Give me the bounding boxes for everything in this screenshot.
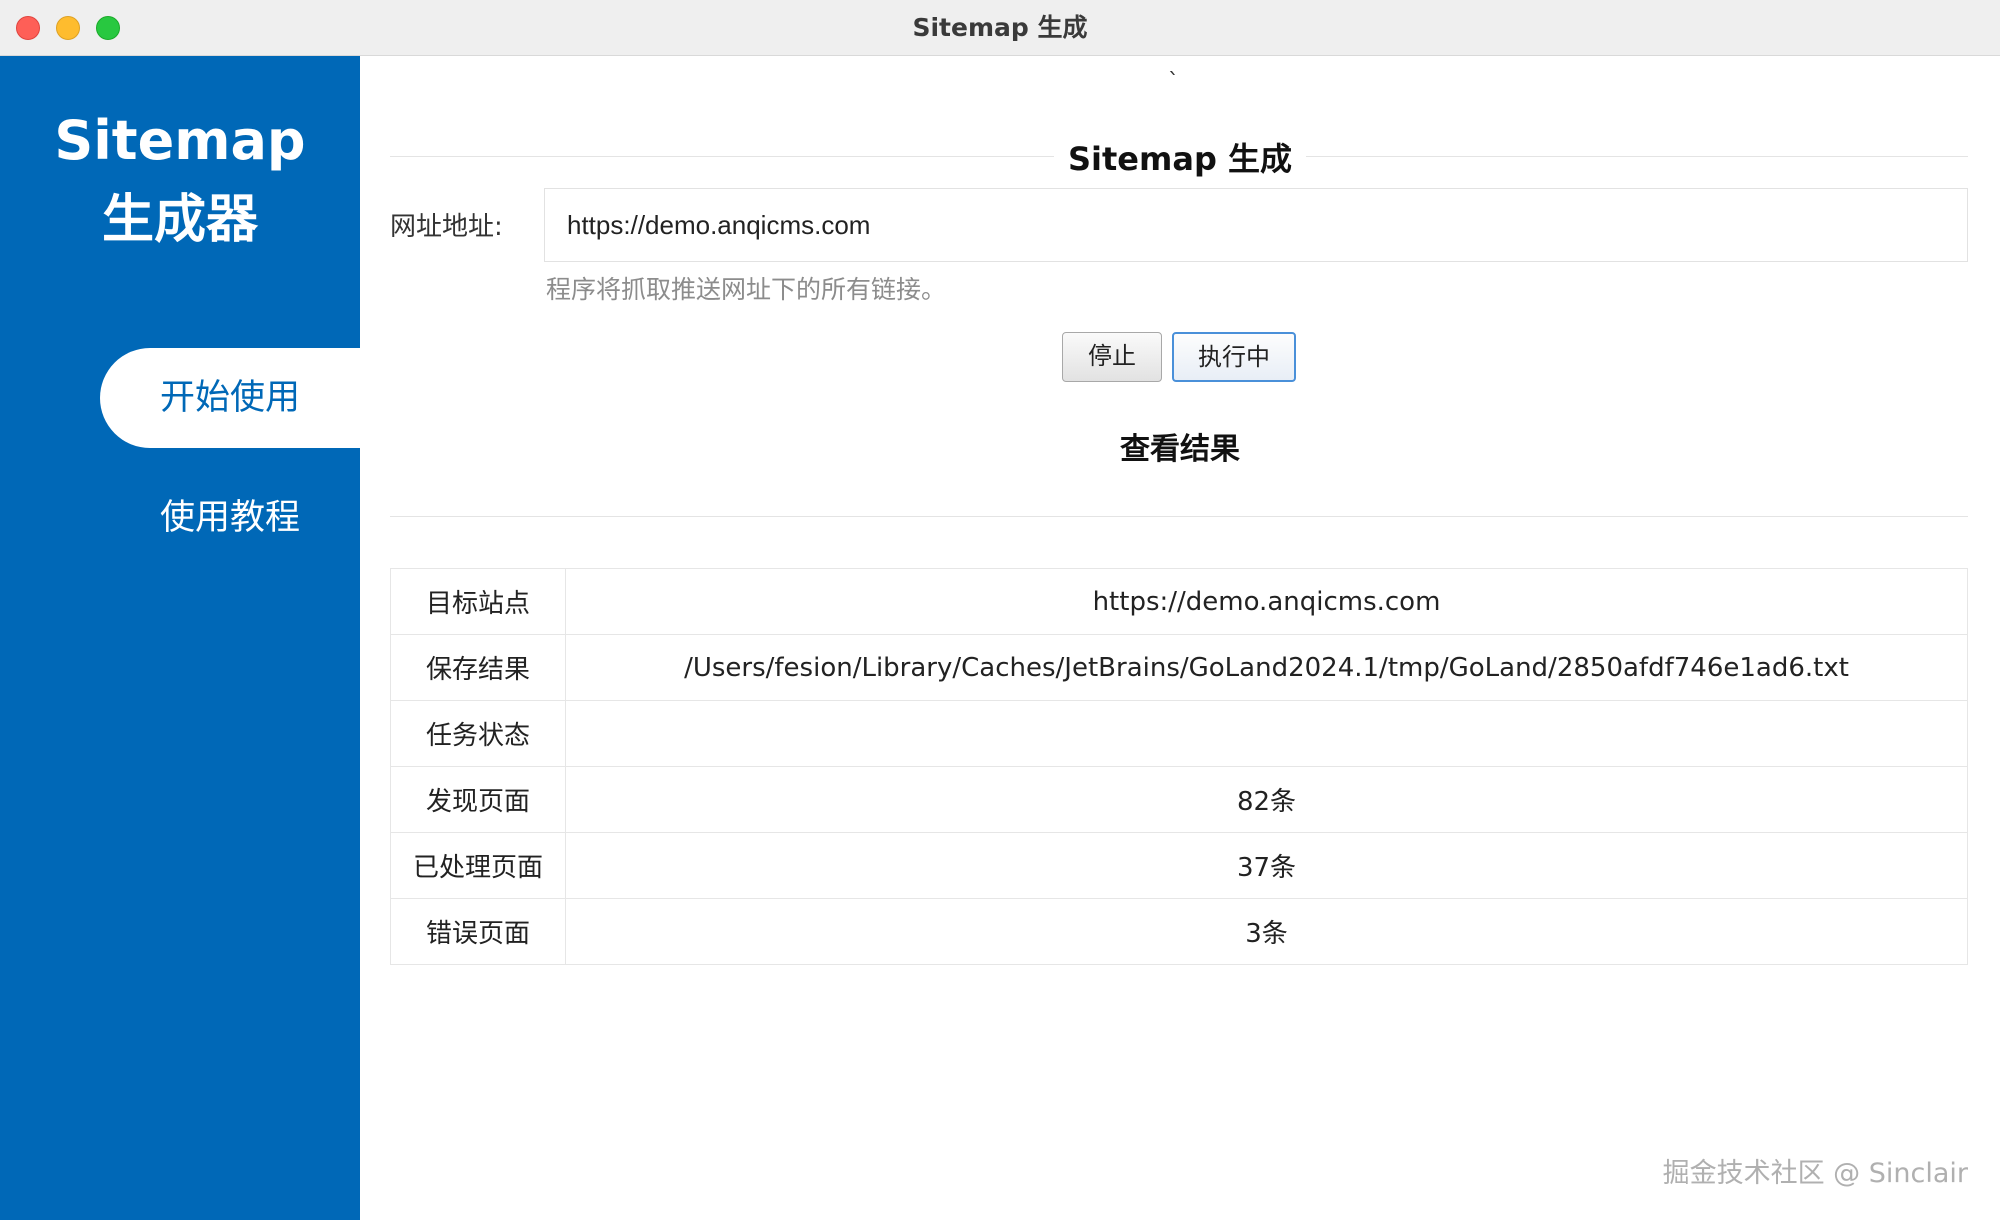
logo-line-2: 生成器 bbox=[101, 190, 258, 250]
window-title: Sitemap 生成 bbox=[912, 13, 1088, 42]
row-key: 错误页面 bbox=[390, 898, 566, 965]
table-row: 已处理页面 37条 bbox=[390, 832, 1968, 899]
row-key: 目标站点 bbox=[390, 568, 566, 635]
row-key: 保存结果 bbox=[390, 634, 566, 701]
page-title-text: Sitemap 生成 bbox=[1053, 140, 1306, 178]
results-table: 目标站点 https://demo.anqicms.com 保存结果 /User… bbox=[390, 568, 1968, 965]
sidebar-item-tutorial[interactable]: 使用教程 bbox=[100, 468, 360, 568]
row-key: 已处理页面 bbox=[390, 832, 566, 899]
results-title: 查看结果 bbox=[1120, 432, 1240, 467]
app-logo: Sitemap 生成器 bbox=[0, 102, 360, 260]
main-content: ` Sitemap 生成 网址地址: 程序将抓取推送网址下的所有链接。 停止 执… bbox=[360, 56, 2000, 1220]
url-label: 网址地址: bbox=[390, 212, 503, 242]
sidebar-item-get-started[interactable]: 开始使用 bbox=[100, 348, 360, 448]
url-input[interactable] bbox=[544, 188, 1968, 262]
stop-button[interactable]: 停止 bbox=[1062, 332, 1162, 382]
running-button[interactable]: 执行中 bbox=[1172, 332, 1296, 382]
url-hint: 程序将抓取推送网址下的所有链接。 bbox=[546, 275, 947, 304]
row-value: 82条 bbox=[565, 766, 1968, 833]
table-row: 任务状态 bbox=[390, 700, 1968, 767]
stray-mark: ` bbox=[1168, 70, 1179, 95]
table-row: 发现页面 82条 bbox=[390, 766, 1968, 833]
row-value: https://demo.anqicms.com bbox=[565, 568, 1968, 635]
row-value: 37条 bbox=[565, 832, 1968, 899]
watermark: 掘金技术社区 @ Sinclair bbox=[1662, 1158, 1968, 1189]
row-key: 任务状态 bbox=[390, 700, 566, 767]
table-row: 保存结果 /Users/fesion/Library/Caches/JetBra… bbox=[390, 634, 1968, 701]
title-bar: Sitemap 生成 bbox=[0, 0, 2000, 56]
page-title: Sitemap 生成 bbox=[360, 130, 2000, 188]
results-divider bbox=[390, 516, 1968, 517]
row-value: /Users/fesion/Library/Caches/JetBrains/G… bbox=[565, 634, 1968, 701]
logo-line-1: Sitemap bbox=[54, 109, 306, 172]
app-window: Sitemap 生成 Sitemap 生成器 开始使用 使用教程 ` Sitem… bbox=[0, 0, 2000, 1220]
table-row: 错误页面 3条 bbox=[390, 898, 1968, 965]
table-row: 目标站点 https://demo.anqicms.com bbox=[390, 568, 1968, 635]
sidebar: Sitemap 生成器 开始使用 使用教程 bbox=[0, 56, 360, 1220]
row-value: 3条 bbox=[565, 898, 1968, 965]
row-key: 发现页面 bbox=[390, 766, 566, 833]
row-value bbox=[565, 700, 1968, 767]
